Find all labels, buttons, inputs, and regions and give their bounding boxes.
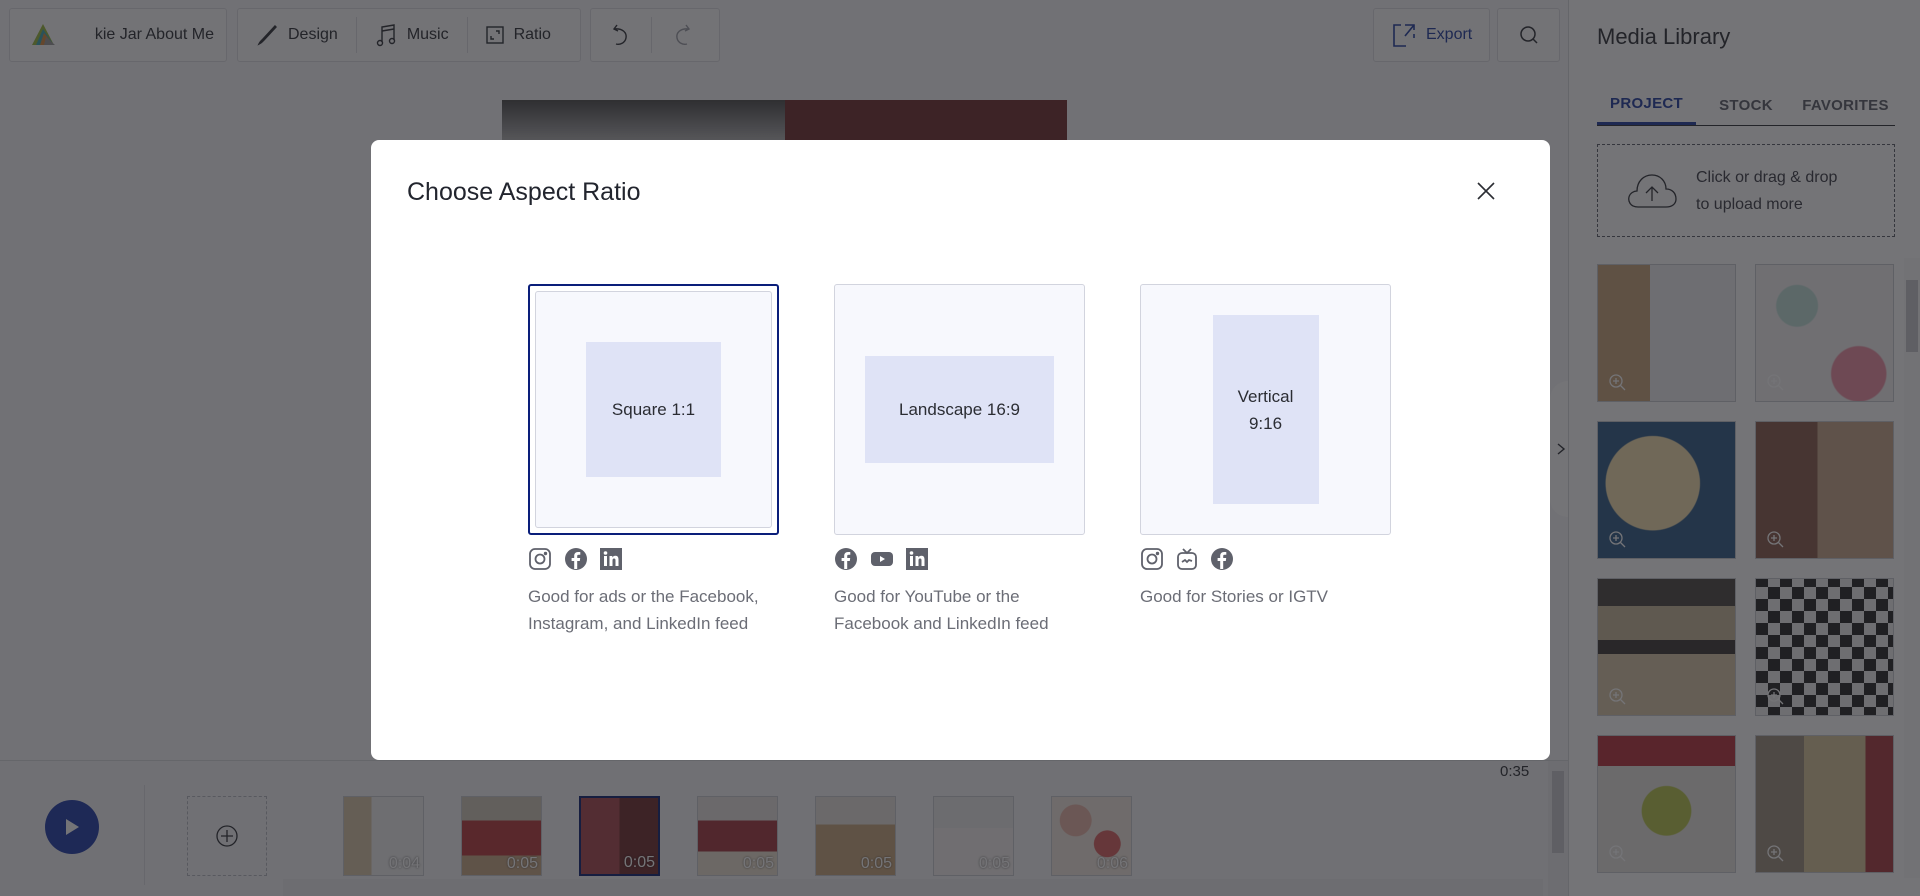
ratio-options: Square 1:1 Good for ads or the Facebook,… bbox=[528, 284, 1391, 637]
aspect-ratio-dialog: Choose Aspect Ratio Square 1:1 Good for … bbox=[371, 140, 1550, 760]
video-editor-app: Cookie Jar About Me Design Music Ratio bbox=[0, 0, 1920, 896]
close-button[interactable] bbox=[1471, 176, 1501, 206]
ratio-option-landscape[interactable]: Landscape 16:9 Good for YouTube or the F… bbox=[834, 284, 1085, 637]
linkedin-icon bbox=[906, 548, 928, 570]
ratio-preview-shape: Vertical 9:16 bbox=[1212, 315, 1319, 504]
igtv-icon bbox=[1177, 548, 1197, 570]
ratio-preview-shape: Landscape 16:9 bbox=[865, 356, 1054, 463]
ratio-description: Good for ads or the Facebook, Instagram,… bbox=[528, 587, 759, 633]
ratio-description: Good for YouTube or the Facebook and Lin… bbox=[834, 587, 1049, 633]
ratio-option-square[interactable]: Square 1:1 Good for ads or the Facebook,… bbox=[528, 284, 779, 637]
ratio-option-vertical[interactable]: Vertical 9:16 Good for Stories or IGTV bbox=[1140, 284, 1391, 637]
platform-icons bbox=[528, 547, 779, 571]
facebook-icon bbox=[1211, 548, 1233, 570]
ratio-card[interactable]: Square 1:1 bbox=[528, 284, 779, 535]
linkedin-icon bbox=[600, 548, 622, 570]
ratio-card[interactable]: Landscape 16:9 bbox=[834, 284, 1085, 535]
ratio-card[interactable]: Vertical 9:16 bbox=[1140, 284, 1391, 535]
ratio-card-inner: Square 1:1 bbox=[535, 291, 772, 528]
ratio-label: Landscape 16:9 bbox=[899, 400, 1020, 419]
ratio-label-line2: 9:16 bbox=[1248, 413, 1283, 433]
facebook-icon bbox=[565, 548, 587, 570]
ratio-description: Good for Stories or IGTV bbox=[1140, 587, 1329, 606]
ratio-label: Vertical 9:16 bbox=[1238, 383, 1294, 437]
youtube-icon bbox=[871, 552, 893, 566]
ratio-label-line1: Vertical bbox=[1237, 386, 1294, 406]
platform-icons bbox=[1140, 547, 1391, 571]
close-icon bbox=[1477, 182, 1495, 200]
instagram-icon bbox=[1141, 548, 1163, 570]
instagram-icon bbox=[529, 548, 551, 570]
ratio-label: Square 1:1 bbox=[611, 400, 696, 419]
facebook-icon bbox=[835, 548, 857, 570]
platform-icons bbox=[834, 547, 1085, 571]
dialog-title: Choose Aspect Ratio bbox=[407, 178, 641, 206]
ratio-preview-shape: Square 1:1 bbox=[586, 342, 721, 477]
